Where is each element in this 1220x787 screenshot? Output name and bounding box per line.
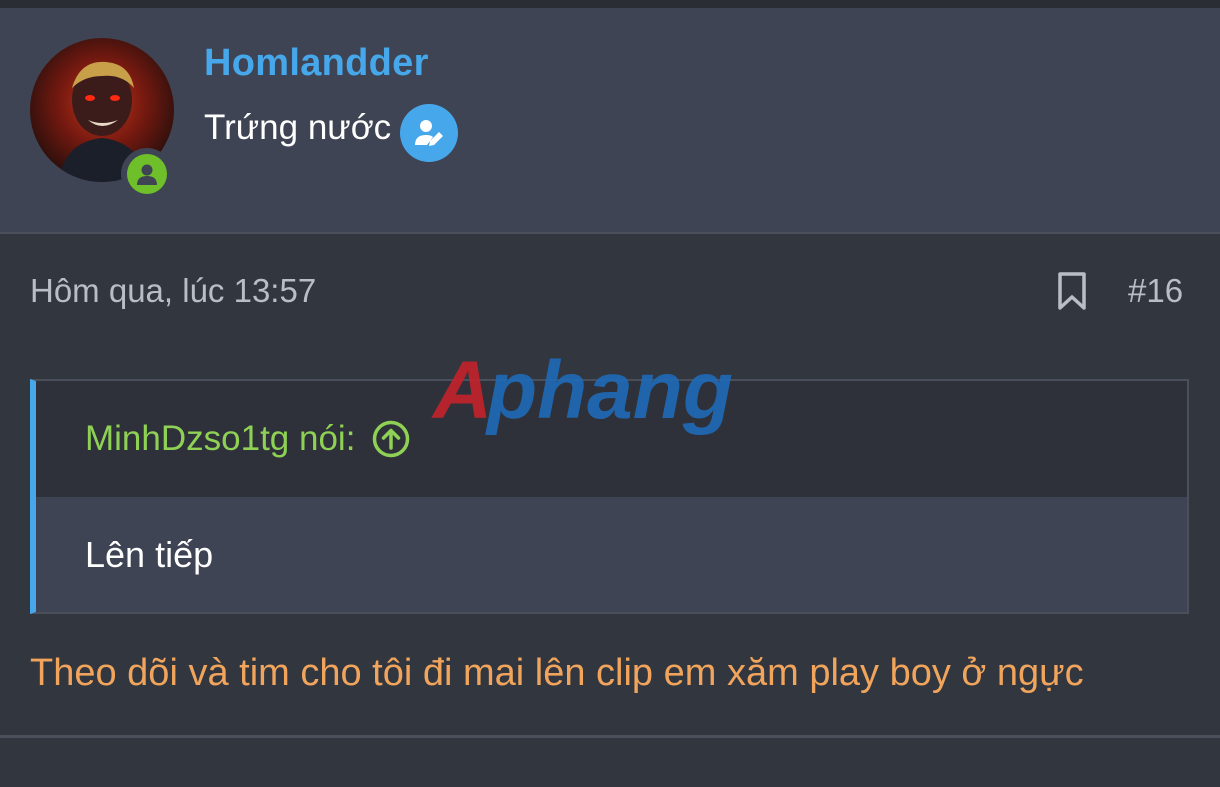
post-user-header: Homlandder Trứng nước (0, 8, 1220, 234)
post-message: Theo dõi và tim cho tôi đi mai lên clip … (30, 652, 1084, 694)
arrow-up-circle-icon[interactable] (371, 419, 411, 459)
user-edit-badge (400, 104, 458, 162)
post-number-link[interactable]: #16 (1128, 272, 1183, 310)
post-timestamp[interactable]: Hôm qua, lúc 13:57 (30, 272, 316, 310)
watermark-logo: A phang (431, 345, 733, 436)
username-link[interactable]: Homlandder (204, 42, 429, 85)
quote-body: Lên tiếp (36, 497, 1187, 612)
online-status-badge (121, 148, 173, 200)
top-strip (0, 0, 1220, 8)
user-title: Trứng nước (204, 108, 392, 147)
user-edit-icon (415, 120, 443, 146)
quote-author-link[interactable]: MinhDzso1tg nói: (85, 419, 355, 459)
divider (0, 735, 1220, 738)
svg-text:phang: phang (485, 345, 733, 436)
bookmark-icon[interactable] (1054, 270, 1090, 312)
user-online-icon (137, 164, 157, 185)
quote-text: Lên tiếp (85, 533, 214, 575)
svg-text:A: A (431, 345, 492, 436)
